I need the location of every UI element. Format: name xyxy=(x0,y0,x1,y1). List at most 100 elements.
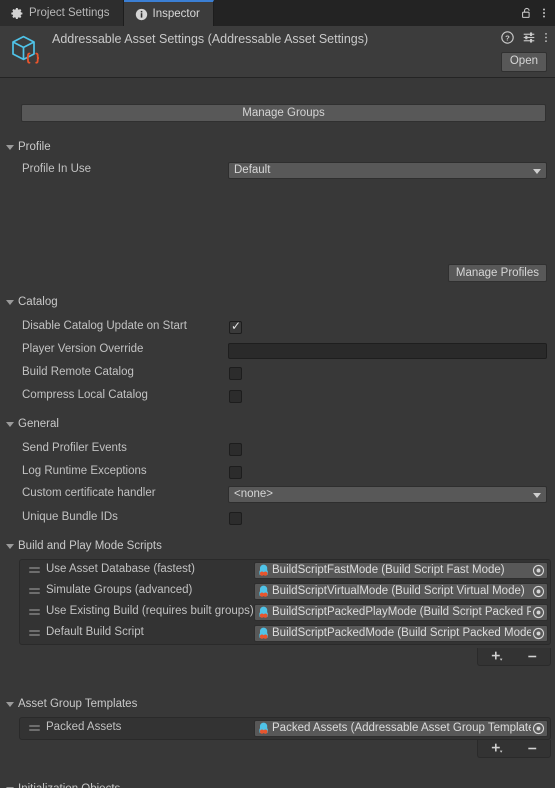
dropdown-value: Default xyxy=(234,164,271,176)
chevron-down-icon xyxy=(6,422,14,427)
list-item[interactable]: Default Build Script BuildScriptPackedMo… xyxy=(20,623,550,644)
chevron-down-icon xyxy=(6,544,14,549)
list-item[interactable]: Use Asset Database (fastest) BuildScript… xyxy=(20,560,550,581)
object-field[interactable]: BuildScriptPackedPlayMode (Build Script … xyxy=(254,604,548,621)
check-icon: ✓ xyxy=(231,319,242,333)
row-label: Profile In Use xyxy=(22,163,92,175)
object-field[interactable]: BuildScriptPackedMode (Build Script Pack… xyxy=(254,625,548,642)
add-build-script-button[interactable] xyxy=(482,649,510,665)
object-field[interactable]: BuildScriptFastMode (Build Script Fast M… xyxy=(254,562,548,579)
chevron-down-icon xyxy=(6,300,14,305)
drag-handle-icon[interactable] xyxy=(29,630,40,637)
drag-handle-icon[interactable] xyxy=(29,725,40,732)
row-unique-bundle-ids: Unique Bundle IDs xyxy=(0,510,555,528)
drag-handle-icon[interactable] xyxy=(29,588,40,595)
send-profiler-events-checkbox[interactable] xyxy=(229,443,242,456)
object-header-controls: ? xyxy=(501,31,548,44)
remove-build-script-button[interactable] xyxy=(518,649,546,665)
script-asset-icon xyxy=(257,564,271,578)
inspector-body: Manage Groups Profile Profile In Use Def… xyxy=(0,78,555,788)
object-field[interactable]: BuildScriptVirtualMode (Build Script Vir… xyxy=(254,583,548,600)
manage-groups-button[interactable]: Manage Groups xyxy=(21,104,546,122)
row-label: Log Runtime Exceptions xyxy=(22,465,147,477)
section-title: General xyxy=(18,418,59,430)
object-picker-icon[interactable] xyxy=(531,721,546,736)
drag-handle-icon[interactable] xyxy=(29,609,40,616)
tab-bar-controls xyxy=(520,0,555,26)
drag-handle-icon[interactable] xyxy=(29,567,40,574)
manage-profiles-button[interactable]: Manage Profiles xyxy=(447,264,547,282)
list-item[interactable]: Use Existing Build (requires built group… xyxy=(20,602,550,623)
row-label: Custom certificate handler xyxy=(22,487,156,499)
profile-in-use-dropdown[interactable]: Default xyxy=(228,162,547,179)
add-asset-group-template-button[interactable] xyxy=(482,741,510,757)
asset-group-templates-list: Packed Assets Packed Assets (Addressable… xyxy=(19,717,551,740)
gear-icon xyxy=(11,7,24,20)
chevron-down-icon xyxy=(6,145,14,150)
kebab-menu-icon[interactable] xyxy=(542,6,546,20)
section-title: Catalog xyxy=(18,296,58,308)
object-picker-icon[interactable] xyxy=(531,563,546,578)
tab-label: Project Settings xyxy=(29,7,110,19)
list-item[interactable]: Packed Assets Packed Assets (Addressable… xyxy=(20,718,550,739)
object-field[interactable]: Packed Assets (Addressable Asset Group T… xyxy=(254,720,548,737)
row-compress-local-catalog: Compress Local Catalog xyxy=(0,388,555,406)
object-field-value: BuildScriptPackedMode (Build Script Pack… xyxy=(272,627,531,639)
player-version-override-input[interactable] xyxy=(228,343,547,359)
custom-certificate-handler-dropdown[interactable]: <none> xyxy=(228,486,547,503)
section-title: Asset Group Templates xyxy=(18,698,138,710)
list-item[interactable]: Simulate Groups (advanced) BuildScriptVi… xyxy=(20,581,550,602)
log-runtime-exceptions-checkbox[interactable] xyxy=(229,466,242,479)
asset-group-templates-list-footer xyxy=(477,740,551,758)
foldout-build-and-play-mode-scripts[interactable]: Build and Play Mode Scripts xyxy=(6,540,162,552)
compress-local-catalog-checkbox[interactable] xyxy=(229,390,242,403)
section-title: Build and Play Mode Scripts xyxy=(18,540,162,552)
unlocked-padlock-icon[interactable] xyxy=(520,6,533,20)
row-label: Send Profiler Events xyxy=(22,442,127,454)
open-button[interactable]: Open xyxy=(500,52,547,72)
preset-sliders-icon[interactable] xyxy=(522,31,536,44)
script-asset-icon xyxy=(257,627,271,641)
foldout-initialization-objects[interactable]: Initialization Objects xyxy=(6,783,120,788)
foldout-profile[interactable]: Profile xyxy=(6,141,51,153)
script-asset-icon xyxy=(257,585,271,599)
row-profile-in-use: Profile In Use Default xyxy=(0,162,555,180)
row-player-version-override: Player Version Override xyxy=(0,342,555,360)
tab-project-settings[interactable]: Project Settings xyxy=(0,0,124,26)
page-title: Addressable Asset Settings (Addressable … xyxy=(52,32,369,46)
build-remote-catalog-checkbox[interactable] xyxy=(229,367,242,380)
script-asset-icon xyxy=(257,606,271,620)
addressable-asset-settings-icon xyxy=(9,32,45,70)
build-and-play-mode-scripts-list: Use Asset Database (fastest) BuildScript… xyxy=(19,559,551,645)
row-label: Compress Local Catalog xyxy=(22,389,148,401)
row-label: Build Remote Catalog xyxy=(22,366,134,378)
object-field-value: BuildScriptFastMode (Build Script Fast M… xyxy=(272,564,505,576)
tab-inspector[interactable]: Inspector xyxy=(123,0,214,26)
list-item-label: Simulate Groups (advanced) xyxy=(46,584,193,596)
kebab-menu-icon[interactable] xyxy=(544,31,548,44)
list-item-label: Packed Assets xyxy=(46,721,122,733)
disable-catalog-update-checkbox[interactable]: ✓ xyxy=(229,319,242,334)
info-icon xyxy=(135,8,148,21)
object-picker-icon[interactable] xyxy=(531,605,546,620)
row-disable-catalog-update-on-start: Disable Catalog Update on Start ✓ xyxy=(0,319,555,337)
chevron-down-icon xyxy=(6,702,14,707)
help-icon[interactable]: ? xyxy=(501,31,514,44)
foldout-catalog[interactable]: Catalog xyxy=(6,296,58,308)
row-custom-certificate-handler: Custom certificate handler <none> xyxy=(0,486,555,504)
object-picker-icon[interactable] xyxy=(531,584,546,599)
remove-asset-group-template-button[interactable] xyxy=(518,741,546,757)
chevron-down-icon xyxy=(533,169,541,174)
row-label: Player Version Override xyxy=(22,343,144,355)
object-picker-icon[interactable] xyxy=(531,626,546,641)
foldout-general[interactable]: General xyxy=(6,418,59,430)
row-label: Unique Bundle IDs xyxy=(22,511,118,523)
foldout-asset-group-templates[interactable]: Asset Group Templates xyxy=(6,698,137,710)
object-field-value: Packed Assets (Addressable Asset Group T… xyxy=(272,722,531,734)
unique-bundle-ids-checkbox[interactable] xyxy=(229,512,242,525)
list-item-label: Use Asset Database (fastest) xyxy=(46,563,195,575)
section-title: Profile xyxy=(18,141,51,153)
script-asset-icon xyxy=(257,722,271,736)
svg-text:?: ? xyxy=(505,33,510,42)
dropdown-value: <none> xyxy=(234,488,274,500)
